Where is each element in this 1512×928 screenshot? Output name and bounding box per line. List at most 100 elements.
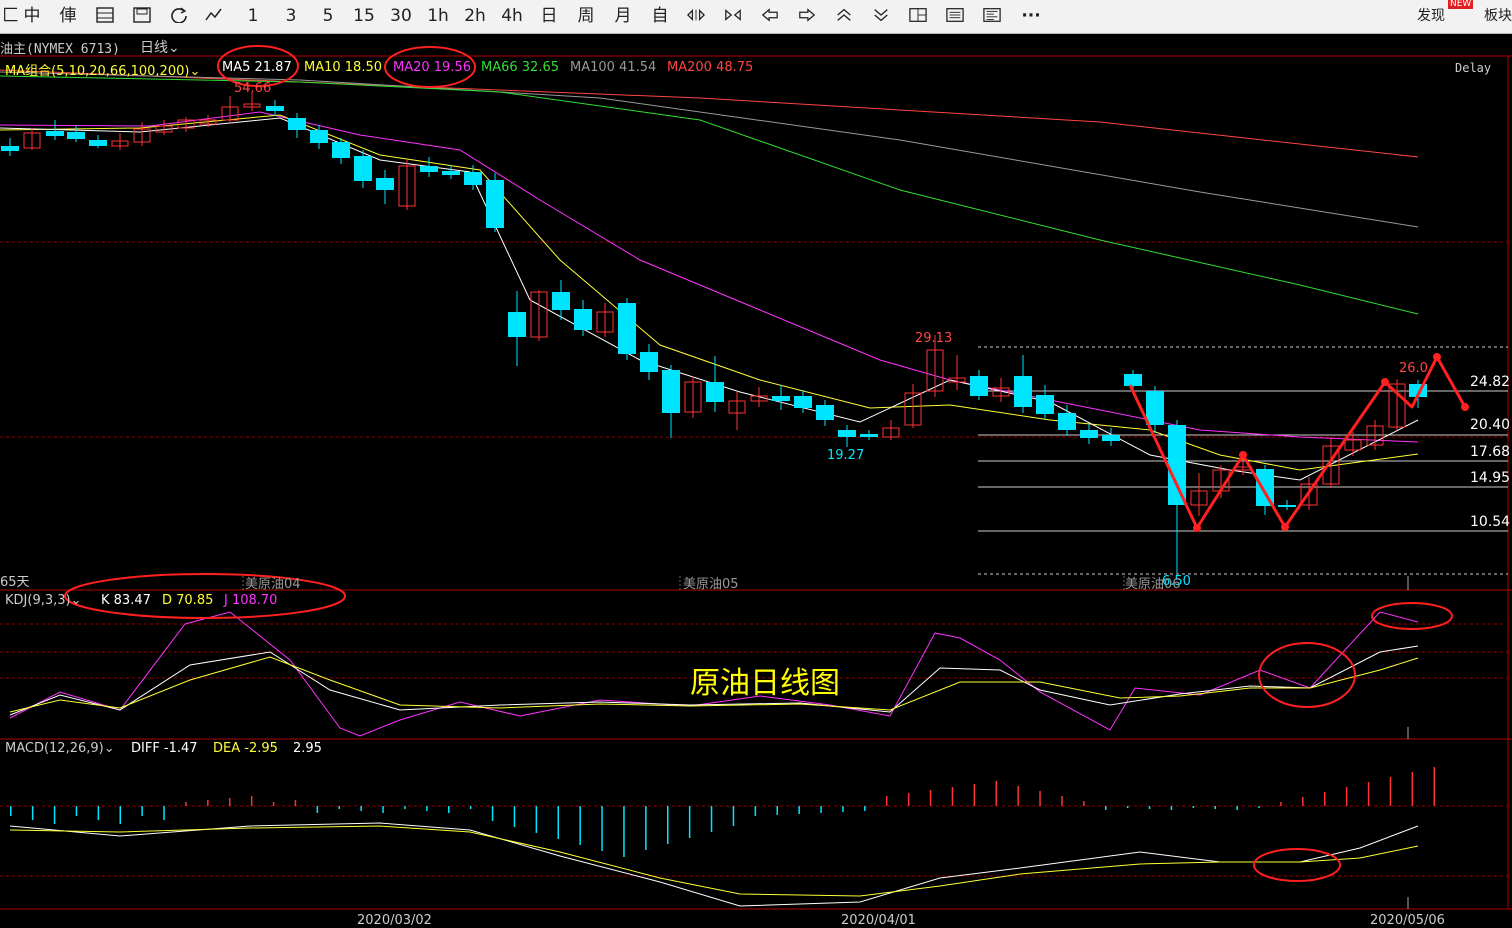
chevron-up-icon[interactable]	[835, 7, 853, 23]
candle-body	[266, 106, 284, 111]
shrink-horizontal-icon[interactable]	[724, 7, 742, 23]
candle-body	[486, 180, 504, 228]
level-label: 24.82	[1470, 374, 1511, 390]
candle-body	[816, 405, 834, 420]
macd-bar	[995, 781, 997, 806]
macd-bar	[1433, 767, 1435, 806]
period-15[interactable]: 15	[352, 3, 376, 29]
period-month[interactable]: 月	[611, 3, 635, 29]
period-4h[interactable]: 4h	[500, 3, 524, 29]
candle-body	[332, 142, 350, 158]
list-icon[interactable]	[946, 7, 964, 23]
macd-bar	[75, 806, 78, 816]
macd-bar	[842, 806, 844, 812]
macd-bar	[886, 796, 888, 806]
ma5-value: MA5 21.87	[222, 60, 292, 75]
macd-bar	[185, 802, 187, 806]
chart-area: 油主(NYMEX 6713) 日线⌄ MA组合(5,10,20,66,100,2…	[0, 34, 1512, 928]
tool-che[interactable]: 俥	[56, 3, 80, 29]
period-3[interactable]: 3	[282, 3, 300, 29]
macd-bar	[1367, 782, 1370, 806]
level-label: 20.40	[1470, 417, 1511, 433]
chevron-down-icon: ⌄	[168, 40, 180, 56]
chart-canvas	[0, 45, 1512, 910]
table-icon[interactable]	[96, 7, 114, 23]
candle-body	[354, 156, 372, 181]
macd-bar	[864, 806, 866, 811]
more-button[interactable]: ···	[1016, 3, 1046, 29]
arrow-right-icon[interactable]	[798, 7, 816, 23]
new-badge: NEW	[1448, 0, 1474, 9]
board-button[interactable]: 板块	[1484, 3, 1512, 29]
detail-icon[interactable]	[983, 7, 1001, 23]
period-custom[interactable]: 自	[648, 3, 672, 29]
candle-body	[288, 118, 306, 130]
macd-bar	[491, 806, 494, 821]
period-select[interactable]: 日线⌄	[140, 37, 180, 57]
macd-bar	[360, 806, 362, 811]
candle-body	[89, 140, 107, 146]
candle-body	[1146, 391, 1164, 425]
ma100-line	[0, 71, 1419, 228]
chevron-down-icon: ⌄	[70, 593, 82, 608]
period-1h[interactable]: 1h	[426, 3, 450, 29]
macd-bar	[1389, 777, 1392, 806]
arrow-left-icon[interactable]	[761, 7, 779, 23]
layout-icon[interactable]	[909, 7, 927, 23]
price-high-label: 54.66	[234, 81, 272, 96]
macd-bar	[1214, 806, 1216, 809]
macd-dea-line	[9, 825, 1419, 897]
macd-bar	[1126, 806, 1129, 808]
ma5-line	[0, 117, 1419, 481]
ma10-value: MA10 18.50	[304, 60, 382, 75]
candle-body	[420, 166, 438, 172]
ma-group-label[interactable]: MA组合(5,10,20,66,100,200)⌄	[5, 60, 200, 79]
price-high-label-2: 29.13	[915, 331, 953, 346]
macd-bar	[1170, 806, 1173, 810]
macd-bar	[97, 806, 100, 820]
tool-left-partial[interactable]: 匚	[2, 3, 19, 29]
candle-body	[1080, 430, 1098, 438]
ma200-value: MA200 48.75	[667, 60, 754, 75]
contract-label: 美原油05	[683, 577, 739, 592]
candle-body	[464, 172, 482, 185]
arrow-head	[1461, 403, 1469, 411]
tool-zhong[interactable]: 中	[20, 3, 44, 29]
macd-bar	[820, 806, 822, 813]
indicator-icon[interactable]	[205, 7, 223, 23]
macd-select[interactable]: MACD(12,26,9)⌄	[5, 741, 115, 756]
period-1[interactable]: 1	[244, 3, 262, 29]
ma-group-text: MA组合(5,10,20,66,100,200)	[5, 64, 190, 79]
macd-bar	[535, 806, 538, 833]
save-icon[interactable]	[133, 7, 151, 23]
macd-bar	[229, 798, 231, 806]
macd-bar	[404, 806, 406, 809]
discover-button[interactable]: 发现	[1412, 3, 1450, 29]
period-30[interactable]: 30	[388, 3, 414, 29]
macd-bar	[798, 806, 800, 814]
period-day[interactable]: 日	[537, 3, 561, 29]
macd-name: MACD(12,26,9)	[5, 741, 104, 756]
macd-bar	[1345, 787, 1348, 806]
macd-bar	[426, 806, 428, 811]
instrument-name: 油主(NYMEX 6713)	[0, 42, 120, 57]
candle-body	[376, 178, 394, 190]
kdj-k-value: K 83.47	[101, 593, 151, 608]
candle-body	[1102, 435, 1120, 441]
ma66-line	[0, 75, 1419, 315]
macd-bar	[688, 806, 691, 838]
candle-body	[970, 376, 988, 396]
macd-bar	[667, 806, 669, 844]
arrow-head	[1239, 451, 1247, 459]
candle-body	[706, 382, 724, 402]
period-2h[interactable]: 2h	[463, 3, 487, 29]
period-week[interactable]: 周	[574, 3, 598, 29]
kdj-select[interactable]: KDJ(9,3,3)⌄	[5, 593, 82, 608]
period-5[interactable]: 5	[319, 3, 337, 29]
macd-bar	[973, 784, 976, 806]
chevron-down-icon[interactable]	[872, 7, 890, 23]
macd-bar	[776, 806, 778, 815]
refresh-icon[interactable]	[170, 7, 188, 23]
expand-horizontal-icon[interactable]	[687, 7, 705, 23]
ma66-value: MA66 32.65	[481, 60, 559, 75]
